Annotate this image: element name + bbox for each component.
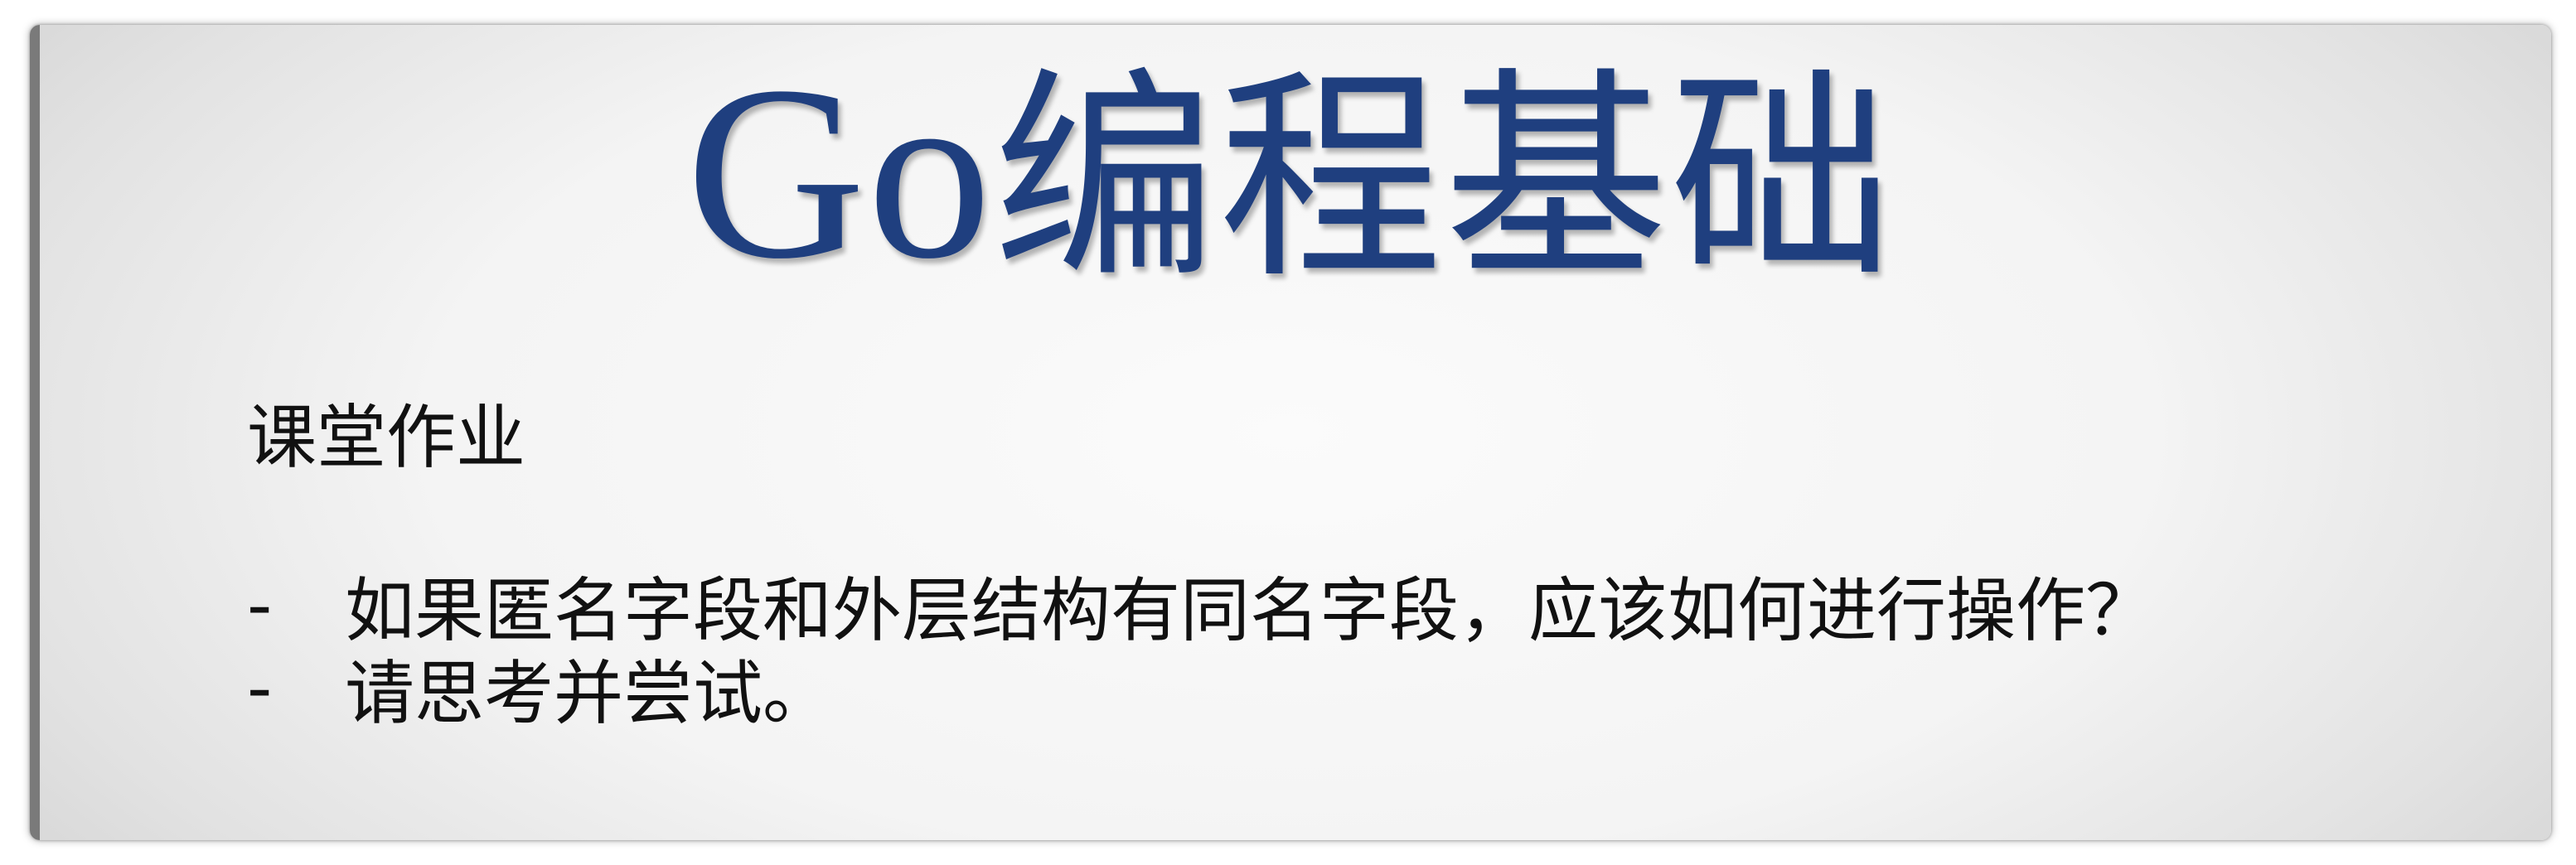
bullet-item: - 如果匿名字段和外层结构有同名字段，应该如何进行操作？ <box>247 563 2155 651</box>
section-heading: 课堂作业 <box>247 397 526 478</box>
slide-title: Go编程基础 <box>30 48 2551 303</box>
bullet-text: 请思考并尝试。 <box>345 652 833 734</box>
bullet-marker: - <box>247 564 273 645</box>
slide-title-chinese: 编程基础 <box>993 48 1896 309</box>
bullet-list: - 如果匿名字段和外层结构有同名字段，应该如何进行操作？ - 请思考并尝试。 <box>247 563 2155 734</box>
bullet-marker: - <box>247 647 273 728</box>
slide-title-latin: Go <box>685 35 994 310</box>
slide-frame: Go编程基础 课堂作业 - 如果匿名字段和外层结构有同名字段，应该如何进行操作？… <box>30 25 2551 840</box>
bullet-item: - 请思考并尝试。 <box>247 646 2155 734</box>
